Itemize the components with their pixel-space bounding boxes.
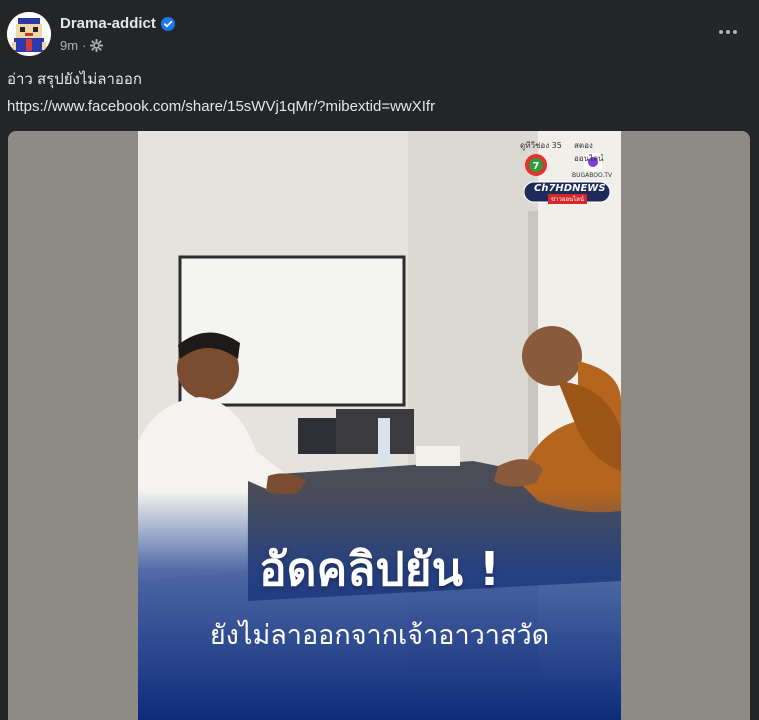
post-caption: อ่าว สรุปยังไม่ลาออก — [7, 71, 143, 88]
channel-label-right: สตองออนไลน์ — [574, 141, 604, 163]
more-dot — [726, 30, 730, 34]
verified-badge-icon — [160, 16, 175, 31]
video-overlay-subtitle: ยังไม่ลาออกจากเจ้าอาวาสวัด — [209, 620, 550, 651]
news-badge: Ch7HDNEWS — [534, 183, 606, 194]
post-media[interactable]: 7 ดูทีวีช่อง 35 สตองออนไลน์ BUGABOO.TV C… — [8, 131, 750, 720]
channel-label-left: ดูทีวีช่อง 35 — [520, 141, 562, 150]
post-meta: 9m · — [60, 38, 104, 53]
avatar[interactable] — [7, 12, 51, 56]
more-options-icon[interactable] — [713, 20, 743, 44]
svg-text:7: 7 — [533, 161, 540, 172]
post-header: Drama-addict 9m · — [0, 0, 759, 60]
avatar-icon — [7, 12, 51, 56]
video-overlay-title: อัดคลิปยัน ! — [258, 542, 501, 596]
more-dot — [733, 30, 737, 34]
more-dot — [719, 30, 723, 34]
meta-separator: · — [82, 38, 87, 53]
post-link[interactable]: https://www.facebook.com/share/15sWVj1qM… — [7, 98, 435, 115]
bugaboo-label: BUGABOO.TV — [572, 172, 613, 179]
author-name-row: Drama-addict — [60, 15, 175, 32]
news-badge-sub: ข่าวออนไลน์ — [548, 194, 587, 204]
gear-icon[interactable] — [90, 38, 104, 53]
author-name[interactable]: Drama-addict — [60, 15, 156, 32]
video-frame[interactable]: 7 ดูทีวีช่อง 35 สตองออนไลน์ BUGABOO.TV C… — [138, 131, 621, 720]
post-time[interactable]: 9m — [60, 38, 78, 53]
